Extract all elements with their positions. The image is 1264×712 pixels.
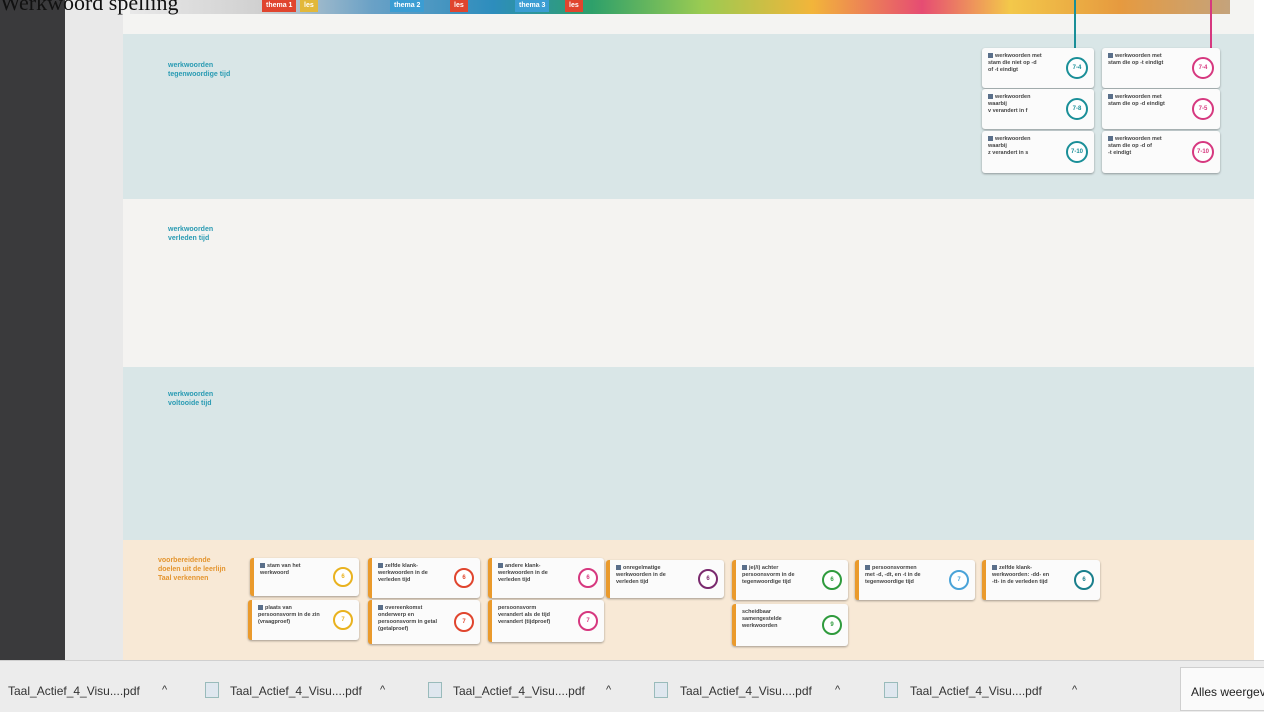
checkbox-icon (992, 565, 997, 571)
checkbox-icon (865, 565, 870, 571)
checkbox-icon (1108, 53, 1113, 59)
lesson-number-badge: 7 (333, 610, 353, 630)
lesson-number-badge: 6 (333, 567, 353, 587)
checkbox-icon (988, 136, 993, 142)
lesson-tag: les (565, 0, 583, 12)
checkbox-icon (1108, 136, 1113, 142)
band-perfect-tense (123, 367, 1254, 540)
goal-card[interactable]: werkwoorden met stam die niet op -d of -t … (982, 48, 1094, 88)
show-all-button[interactable]: Alles weergeven (1180, 667, 1264, 711)
lesson-number-badge: 9 (822, 615, 842, 635)
goal-card[interactable]: werkwoorden met stam die op -d eindigt 7-… (1102, 89, 1220, 129)
lesson-number-badge: 7-5 (1192, 98, 1214, 120)
chevron-up-icon[interactable]: ^ (1072, 684, 1077, 696)
pdf-file-icon (428, 682, 442, 698)
checkbox-icon (616, 565, 621, 571)
goal-card[interactable]: persoonsvormen met -d, -dt, en -t in de te… (855, 560, 975, 600)
goal-card[interactable]: werkwoorden waarbij z verandert in s 7-10 (982, 131, 1094, 173)
teal-timeline (1074, 0, 1076, 50)
download-item[interactable]: Taal_Actief_4_Visu....pdf (910, 684, 1060, 698)
pdf-file-icon (205, 682, 219, 698)
lesson-number-badge: 6 (578, 568, 598, 588)
goal-card[interactable]: persoonsvorm verandert als de tijd verande… (488, 600, 604, 642)
download-item[interactable]: Taal_Actief_4_Visu....pdf (680, 684, 812, 698)
lesson-number-badge: 6 (454, 568, 474, 588)
lesson-number-badge: 7-10 (1192, 141, 1214, 163)
theme-tag: thema 3 (515, 0, 550, 12)
lesson-number-badge: 7-8 (1066, 98, 1088, 120)
band-label-perfect: werkwoorden voltooide tijd (168, 391, 214, 407)
lesson-number-badge: 6 (1074, 570, 1094, 590)
download-item[interactable]: Taal_Actief_4_Visu....pdf (453, 684, 585, 698)
checkbox-icon (378, 605, 383, 611)
download-item[interactable]: Taal_Actief_4_Visu....pdf (230, 684, 362, 698)
goal-card[interactable]: plaats van persoonsvorm in de zin (vraagpr… (248, 600, 359, 640)
left-dark-bar (0, 0, 65, 660)
goal-card[interactable]: zelfde klank-werkwoorden in de verleden t… (368, 558, 480, 598)
checkbox-icon (258, 605, 263, 611)
goal-card[interactable]: zelfde klank-werkwoorden: -dd- en -tt- in… (982, 560, 1100, 600)
goal-card[interactable]: andere klank-werkwoorden in de verleden t… (488, 558, 604, 598)
band-label-past: werkwoorden verleden tijd (168, 226, 214, 242)
lesson-number-badge: 7-4 (1066, 57, 1088, 79)
goal-card[interactable]: je(/i) achter persoonsvorm in de tegenwoor… (732, 560, 848, 600)
theme-tag: thema 2 (390, 0, 425, 12)
download-item[interactable]: Taal_Actief_4_Visu....pdf (8, 684, 140, 698)
lesson-number-badge: 7 (454, 612, 474, 632)
checkbox-icon (1108, 94, 1113, 100)
lesson-number-badge: 7 (949, 570, 969, 590)
goal-card[interactable]: scheidbaar samengestelde werkwoorden 9 (732, 604, 848, 646)
chevron-up-icon[interactable]: ^ (606, 684, 611, 696)
band-label-present: werkwoorden tegenwoordige tijd (168, 62, 231, 78)
lesson-number-badge: 7-10 (1066, 141, 1088, 163)
lesson-number-badge: 7-4 (1192, 57, 1214, 79)
goal-card[interactable]: werkwoorden waarbij v verandert in f 7-8 (982, 89, 1094, 129)
pdf-file-icon (654, 682, 668, 698)
page-heading: Werkwoord spelling (0, 0, 179, 15)
lesson-tag: les (300, 0, 318, 12)
checkbox-icon (260, 563, 265, 569)
chevron-up-icon[interactable]: ^ (835, 684, 840, 696)
lesson-number-badge: 6 (698, 569, 718, 589)
pink-timeline (1210, 0, 1212, 50)
goal-card[interactable]: werkwoorden met stam die op -d of -t eindi… (1102, 131, 1220, 173)
checkbox-icon (988, 94, 993, 100)
theme-tag: thema 1 (262, 0, 297, 12)
goal-card[interactable]: stam van het werkwoord 6 (250, 558, 359, 596)
chevron-up-icon[interactable]: ^ (380, 684, 385, 696)
goal-card[interactable]: werkwoorden met stam die op -t eindigt 7-… (1102, 48, 1220, 88)
band-past-tense (123, 199, 1254, 367)
checkbox-icon (988, 53, 993, 59)
left-gutter (65, 0, 123, 660)
pdf-file-icon (884, 682, 898, 698)
checkbox-icon (378, 563, 383, 569)
lesson-number-badge: 6 (822, 570, 842, 590)
band-label-preparatory: voorbereidende doelen uit de leerlijn Taal… (158, 557, 226, 582)
checkbox-icon (498, 563, 503, 569)
checkbox-icon (742, 565, 747, 571)
chevron-up-icon[interactable]: ^ (162, 684, 167, 696)
lesson-number-badge: 7 (578, 611, 598, 631)
lesson-tag: les (450, 0, 468, 12)
goal-card[interactable]: onregelmatige werkwoorden in de verleden t… (606, 560, 724, 598)
goal-card[interactable]: overeenkomst onderwerp en persoonsvorm in … (368, 600, 480, 644)
